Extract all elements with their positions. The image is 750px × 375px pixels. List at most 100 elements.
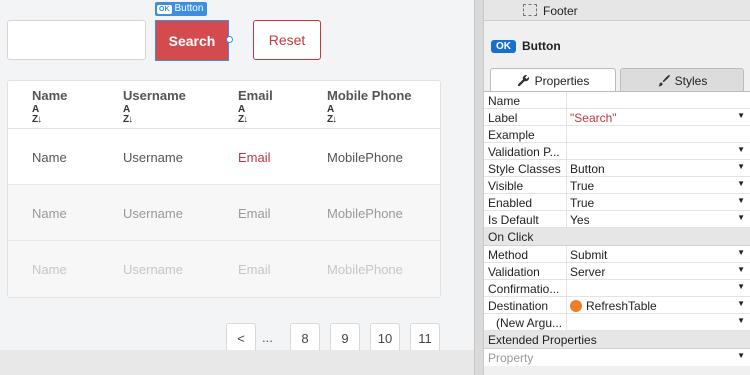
property-name: Method [488,248,529,262]
sort-icon[interactable]: A Z↓ [238,105,273,125]
property-row-visible[interactable]: Visible True ▼ [484,177,750,194]
sort-icon[interactable]: A Z↓ [123,105,186,125]
search-input[interactable] [7,20,146,60]
cell-username: Username [123,262,183,277]
sort-icon[interactable]: A Z↓ [327,105,412,125]
property-row-destination[interactable]: Destination RefreshTable ▼ [484,297,750,314]
cell-mobile-phone: MobilePhone [327,150,403,165]
selected-widget-tag: OK Button [155,2,208,16]
property-name: (New Argu... [496,316,563,330]
selection-resize-handle[interactable] [226,36,233,43]
cell-email[interactable]: Email [238,262,271,277]
selected-widget-title: Button [522,39,561,53]
dropdown-arrow-icon[interactable]: ▼ [737,299,745,308]
dropdown-arrow-icon[interactable]: ▼ [737,282,745,291]
column-header-label: Email [238,88,273,103]
table-row[interactable]: Name Username Email MobilePhone [8,129,440,185]
pagination-page-button[interactable]: 8 [290,323,320,350]
design-canvas: OK Button Search Reset Name A Z↓ Username… [0,0,474,350]
tab-properties[interactable]: Properties [490,68,616,92]
property-row-validation-parent[interactable]: Validation P... ▼ [484,143,750,160]
footer-placeholder-icon [523,4,537,16]
section-header-on-click: On Click [484,228,750,246]
property-row-new-argument[interactable]: (New Argu... ▼ [484,314,750,331]
tab-label: Properties [534,73,590,88]
property-name: Visible [488,179,524,193]
column-header-label: Username [123,88,186,103]
property-name: Destination [488,299,549,313]
property-value[interactable]: True [570,196,594,210]
property-value[interactable]: True [570,179,594,193]
cell-username: Username [123,206,183,221]
section-header-extended-properties: Extended Properties [484,331,750,349]
wrench-icon [517,75,529,87]
column-header-name[interactable]: Name A Z↓ [32,88,67,125]
cell-name: Name [32,150,67,165]
pagination-prev-button[interactable]: < [226,323,256,350]
property-row-label[interactable]: Label "Search" ▼ [484,109,750,126]
column-header-label: Name [32,88,68,103]
dropdown-arrow-icon[interactable]: ▼ [737,179,745,188]
cell-mobile-phone: MobilePhone [327,262,403,277]
property-value[interactable]: Server [570,265,605,279]
canvas-footer-strip [0,350,474,375]
column-header-mobile-phone[interactable]: Mobile Phone A Z↓ [327,88,412,125]
property-value[interactable]: "Search" [570,111,617,125]
dropdown-arrow-icon[interactable]: ▼ [737,145,745,154]
cell-name: Name [32,262,67,277]
property-name: Style Classes [488,162,561,176]
property-row-is-default[interactable]: Is Default Yes ▼ [484,211,750,228]
dropdown-arrow-icon[interactable]: ▼ [737,162,745,171]
dropdown-arrow-icon[interactable]: ▼ [737,316,745,325]
widget-tree-item-label: Footer [543,4,578,18]
dropdown-arrow-icon[interactable]: ▼ [737,196,745,205]
property-name: Is Default [488,213,539,227]
property-row-confirmation[interactable]: Confirmatio... ▼ [484,280,750,297]
search-button[interactable]: Search [155,20,229,61]
property-name-placeholder[interactable]: Property [488,351,566,365]
pagination-ellipsis: ... [262,330,273,345]
sort-icon[interactable]: A Z↓ [32,105,67,125]
dropdown-arrow-icon[interactable]: ▼ [737,265,745,274]
property-row-name[interactable]: Name [484,92,750,109]
table-row[interactable]: Name Username Email MobilePhone [8,241,440,297]
property-value[interactable]: Button [570,162,605,176]
cell-username: Username [123,150,183,165]
column-header-username[interactable]: Username A Z↓ [123,88,186,125]
property-row-style-classes[interactable]: Style Classes Button ▼ [484,160,750,177]
reset-button[interactable]: Reset [253,20,321,60]
destination-label: RefreshTable [586,299,657,313]
widget-tree-item-footer[interactable]: Footer [484,0,750,21]
column-header-email[interactable]: Email A Z↓ [238,88,273,125]
property-name: Example [488,128,535,142]
property-value[interactable]: Yes [570,213,590,227]
users-table: Name A Z↓ Username A Z↓ Email A Z↓ Mobile P… [7,80,441,298]
pagination-page-button[interactable]: 9 [330,323,360,350]
cell-email[interactable]: Email [238,150,271,165]
dropdown-arrow-icon[interactable]: ▼ [737,213,745,222]
dropdown-arrow-icon[interactable]: ▼ [737,248,745,257]
pagination-page-button[interactable]: 11 [410,323,440,350]
property-grid: Name Label "Search" ▼ Example Validation… [484,92,750,366]
property-value[interactable]: Submit [570,248,607,262]
dropdown-arrow-icon[interactable]: ▼ [737,111,745,120]
property-row-validation[interactable]: Validation Server ▼ [484,263,750,280]
property-row-enabled[interactable]: Enabled True ▼ [484,194,750,211]
property-name: Label [488,111,518,125]
property-row-method[interactable]: Method Submit ▼ [484,246,750,263]
property-name: Confirmatio... [488,282,560,296]
widget-tag-label: Button [174,3,204,14]
cell-mobile-phone: MobilePhone [327,206,403,221]
property-row-example[interactable]: Example [484,126,750,143]
property-value[interactable]: RefreshTable [570,299,657,313]
pagination-page-button[interactable]: 10 [370,323,400,350]
dropdown-arrow-icon[interactable]: ▼ [737,351,745,360]
cell-email[interactable]: Email [238,206,271,221]
panel-splitter[interactable] [474,0,483,375]
widget-tag-badge: OK [157,4,172,14]
tab-styles[interactable]: Styles [620,68,744,92]
selected-widget-header: OK Button [491,39,561,53]
table-row[interactable]: Name Username Email MobilePhone [8,185,440,241]
property-row-extended[interactable]: Property ▼ [484,349,750,366]
cell-name: Name [32,206,67,221]
